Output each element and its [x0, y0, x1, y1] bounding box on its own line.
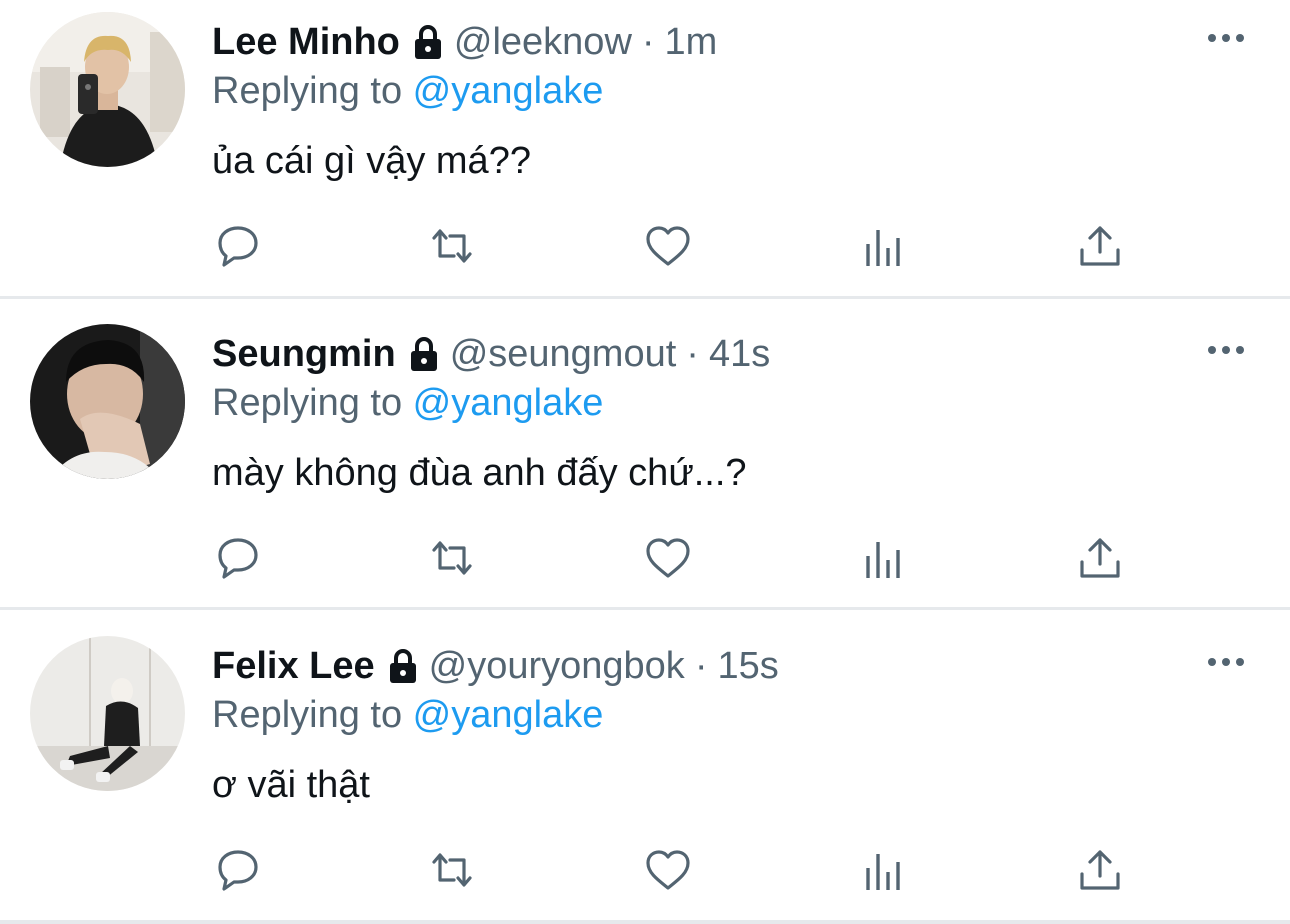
tweet-header: Seungmin @seungmout · 41s [212, 330, 770, 378]
share-icon[interactable] [1076, 846, 1124, 894]
tweet-header: Lee Minho @leeknow · 1m [212, 18, 717, 66]
tweet-text: ủa cái gì vậy má?? [212, 140, 531, 182]
avatar[interactable] [30, 636, 185, 791]
handle[interactable]: @youryongbok [429, 642, 685, 690]
like-icon[interactable] [644, 222, 692, 270]
avatar[interactable] [30, 12, 185, 167]
lock-icon [383, 646, 423, 686]
divider [0, 296, 1290, 299]
replying-to: Replying to @yanglake [212, 691, 603, 739]
more-options-icon[interactable] [1204, 28, 1248, 48]
analytics-icon[interactable] [860, 222, 908, 270]
replying-to-label: Replying to [212, 694, 413, 736]
replying-to-label: Replying to [212, 382, 413, 424]
avatar[interactable] [30, 324, 185, 479]
analytics-icon[interactable] [860, 534, 908, 582]
tweet[interactable]: Felix Lee @youryongbok · 15s Replying to… [0, 624, 1290, 920]
retweet-icon[interactable] [428, 534, 476, 582]
separator: · [686, 333, 699, 375]
timestamp[interactable]: 15s [717, 642, 778, 690]
replying-to-label: Replying to [212, 70, 413, 112]
reply-icon[interactable] [214, 846, 262, 894]
tweet[interactable]: Lee Minho @leeknow · 1m Replying to @yan… [0, 0, 1290, 296]
separator: · [641, 21, 655, 63]
display-name[interactable]: Lee Minho [212, 18, 400, 66]
share-icon[interactable] [1076, 222, 1124, 270]
handle[interactable]: @seungmout [450, 330, 677, 378]
reply-icon[interactable] [214, 222, 262, 270]
retweet-icon[interactable] [428, 222, 476, 270]
tweet-text: ơ vãi thật [212, 764, 370, 806]
timestamp[interactable]: 1m [665, 18, 718, 66]
divider [0, 607, 1290, 610]
more-options-icon[interactable] [1204, 652, 1248, 672]
lock-icon [408, 22, 448, 62]
lock-icon [404, 334, 444, 374]
display-name[interactable]: Seungmin [212, 330, 396, 378]
share-icon[interactable] [1076, 534, 1124, 582]
analytics-icon[interactable] [860, 846, 908, 894]
tweet[interactable]: Seungmin @seungmout · 41s Replying to @y… [0, 312, 1290, 608]
like-icon[interactable] [644, 846, 692, 894]
tweet-header: Felix Lee @youryongbok · 15s [212, 642, 779, 690]
separator: · [694, 645, 708, 687]
replying-to: Replying to @yanglake [212, 379, 603, 427]
display-name[interactable]: Felix Lee [212, 642, 375, 690]
tweet-text: mày không đùa anh đấy chứ...? [212, 452, 747, 494]
replying-to-user[interactable]: @yanglake [413, 382, 604, 424]
replying-to-user[interactable]: @yanglake [413, 70, 604, 112]
retweet-icon[interactable] [428, 846, 476, 894]
like-icon[interactable] [644, 534, 692, 582]
replying-to-user[interactable]: @yanglake [413, 694, 604, 736]
replying-to: Replying to @yanglake [212, 67, 603, 115]
handle[interactable]: @leeknow [454, 18, 632, 66]
timestamp[interactable]: 41s [709, 330, 770, 378]
reply-icon[interactable] [214, 534, 262, 582]
more-options-icon[interactable] [1204, 340, 1248, 360]
divider [0, 920, 1290, 924]
